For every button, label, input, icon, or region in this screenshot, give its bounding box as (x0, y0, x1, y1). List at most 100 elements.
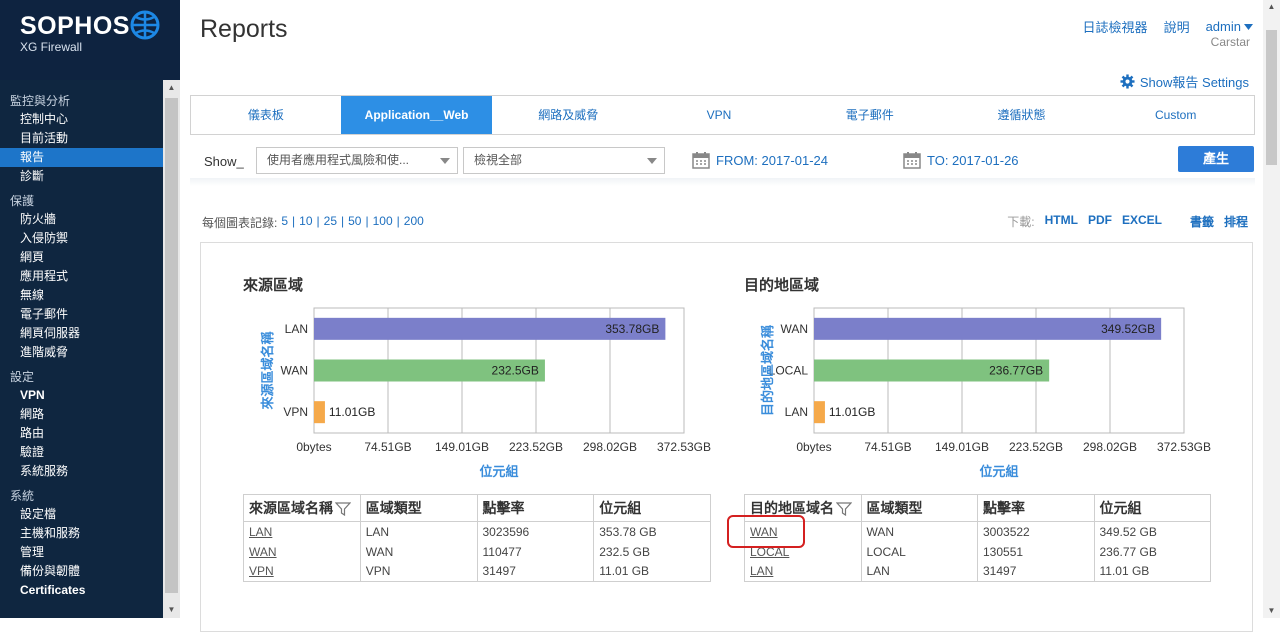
sidebar-item[interactable]: 系統服務 (0, 462, 163, 481)
bar[interactable] (314, 401, 325, 424)
table-header-row: 目的地區域名 區域類型 點擊率 位元組 (744, 494, 1211, 522)
sidebar-item[interactable]: 入侵防禦 (0, 229, 163, 248)
view-select[interactable]: 檢視全部 (463, 147, 665, 174)
sidebar-item[interactable]: 報告 (0, 148, 163, 167)
tab-item[interactable]: 儀表板 (191, 96, 341, 134)
from-date[interactable]: FROM: 2017-01-24 (692, 151, 828, 169)
sidebar-item[interactable]: Certificates (0, 581, 163, 600)
download-excel-link[interactable]: EXCEL (1122, 213, 1162, 230)
column-header-label: 區域類型 (866, 500, 923, 516)
sidebar-item[interactable]: 路由 (0, 424, 163, 443)
tab-item[interactable]: Application__Web (340, 96, 493, 134)
report-select-value: 使用者應用程式風險和使... (267, 153, 410, 167)
table-cell: 130551 (977, 541, 1095, 562)
sidebar-item[interactable]: 應用程式 (0, 267, 163, 286)
bar-chart-destination: 0bytes 74.51GB 149.01GB 223.52GB 298.02GB 372… (760, 307, 1211, 479)
column-header[interactable]: 點擊率 (476, 494, 595, 522)
table-cell[interactable]: VPN (243, 561, 361, 582)
scroll-down-icon[interactable]: ▼ (1263, 604, 1280, 618)
help-link[interactable]: 說明 (1164, 17, 1190, 36)
bookmark-link[interactable]: 書籤 (1190, 213, 1214, 230)
table-cell[interactable]: LAN (744, 561, 862, 582)
sidebar-item[interactable]: 管理 (0, 543, 163, 562)
sidebar-scroll-thumb[interactable] (165, 98, 178, 593)
select-caret-icon (647, 158, 657, 164)
sidebar-item[interactable]: 目前活動 (0, 129, 163, 148)
sidebar-item[interactable]: 無線 (0, 286, 163, 305)
x-tick-label: 298.02GB (583, 440, 637, 454)
tab-item[interactable]: Custom (1097, 96, 1254, 134)
sidebar-section: 設定 VPN 網路 路由 驗證 系統服務 (0, 368, 163, 481)
page-scroll-thumb[interactable] (1266, 30, 1277, 165)
sidebar-item[interactable]: 備份與韌體 (0, 562, 163, 581)
column-header[interactable]: 來源區域名稱 (243, 494, 361, 522)
x-tick-label: 74.51GB (364, 440, 411, 454)
column-header[interactable]: 位元組 (593, 494, 711, 522)
records-option-link[interactable]: 25 (324, 214, 337, 231)
globe-icon (130, 10, 160, 40)
report-select[interactable]: 使用者應用程式風險和使... (256, 147, 458, 174)
show-settings-link[interactable]: Show報告 Settings (1120, 72, 1249, 91)
sidebar-item[interactable]: 設定檔 (0, 505, 163, 524)
x-tick-label: 74.51GB (864, 440, 911, 454)
tab-item[interactable]: 電子郵件 (794, 96, 946, 134)
scroll-up-icon[interactable]: ▲ (1263, 0, 1280, 14)
chart-title-destination: 目的地區域 (744, 277, 820, 294)
sidebar-scrollbar[interactable]: ▲ ▼ (163, 80, 180, 618)
download-pdf-link[interactable]: PDF (1088, 213, 1112, 230)
sidebar-item[interactable]: 診斷 (0, 167, 163, 186)
scroll-down-icon[interactable]: ▼ (163, 602, 180, 618)
sidebar-item[interactable]: 驗證 (0, 443, 163, 462)
generate-button[interactable]: 產生 (1178, 146, 1254, 172)
records-option-link[interactable]: 10 (299, 214, 312, 231)
records-option-link[interactable]: 100 (373, 214, 393, 231)
column-header-label: 點擊率 (983, 500, 1025, 516)
sidebar-item[interactable]: 控制中心 (0, 110, 163, 129)
x-tick-label: 372.53GB (1157, 440, 1211, 454)
sidebar-item[interactable]: 電子郵件 (0, 305, 163, 324)
filter-icon[interactable] (836, 502, 852, 517)
sidebar-item[interactable]: 防火牆 (0, 210, 163, 229)
table-cell[interactable]: LAN (243, 521, 361, 542)
x-axis-label: 位元組 (979, 464, 1018, 479)
column-header[interactable]: 點擊率 (977, 494, 1095, 522)
log-viewer-link[interactable]: 日誌檢視器 (1083, 17, 1148, 36)
tab-item[interactable]: 遵循狀態 (946, 96, 1098, 134)
records-option-link[interactable]: 50 (348, 214, 361, 231)
schedule-link[interactable]: 排程 (1224, 213, 1248, 230)
scroll-up-icon[interactable]: ▲ (163, 80, 180, 96)
admin-menu[interactable]: admin (1206, 17, 1253, 36)
y-tick-label: VPN (283, 405, 308, 419)
brand-logo[interactable]: SOPHOS (20, 12, 130, 41)
bar[interactable] (814, 401, 825, 424)
select-caret-icon (440, 158, 450, 164)
sidebar-item[interactable]: 網路 (0, 405, 163, 424)
table-cell[interactable]: WAN (243, 541, 361, 562)
chart-source: 0bytes 74.51GB 149.01GB 223.52GB 298.02GB 372… (250, 300, 720, 488)
to-date[interactable]: TO: 2017-01-26 (903, 151, 1019, 169)
column-header[interactable]: 區域類型 (860, 494, 978, 522)
sidebar-item[interactable]: 網頁伺服器 (0, 324, 163, 343)
data-label: 353.78GB (605, 322, 659, 336)
sidebar-item[interactable]: VPN (0, 386, 163, 405)
tab-item[interactable]: VPN (644, 96, 794, 134)
column-header[interactable]: 區域類型 (359, 494, 478, 522)
filter-icon[interactable] (335, 502, 351, 517)
tab-item[interactable]: 網路及威脅 (492, 96, 644, 134)
sidebar-item[interactable]: 進階威脅 (0, 343, 163, 362)
sidebar-nav: 監控與分析 控制中心 目前活動 報告 診斷 保護 防火牆 入侵防禦 網頁 應用程式 無線 電子郵件 網頁… (0, 86, 163, 600)
sidebar-item[interactable]: 主機和服務 (0, 524, 163, 543)
table-cell: 110477 (476, 541, 595, 562)
page-scrollbar[interactable]: ▲ ▼ (1263, 0, 1280, 618)
x-tick-label: 223.52GB (1009, 440, 1063, 454)
column-header[interactable]: 位元組 (1093, 494, 1211, 522)
download-html-link[interactable]: HTML (1045, 213, 1078, 230)
records-option-link[interactable]: 5 (281, 214, 288, 231)
destination-zone-table: 目的地區域名 區域類型 點擊率 位元組 WAN WAN 3003522 349.52 GB LO… (744, 494, 1211, 582)
column-header-label: 點擊率 (482, 500, 525, 516)
data-label: 11.01GB (329, 405, 375, 419)
table-cell: 3023596 (476, 521, 595, 542)
records-option-link[interactable]: 200 (404, 214, 424, 231)
sidebar-item[interactable]: 網頁 (0, 248, 163, 267)
table-row: WAN WAN 110477 232.5 GB (243, 541, 711, 562)
